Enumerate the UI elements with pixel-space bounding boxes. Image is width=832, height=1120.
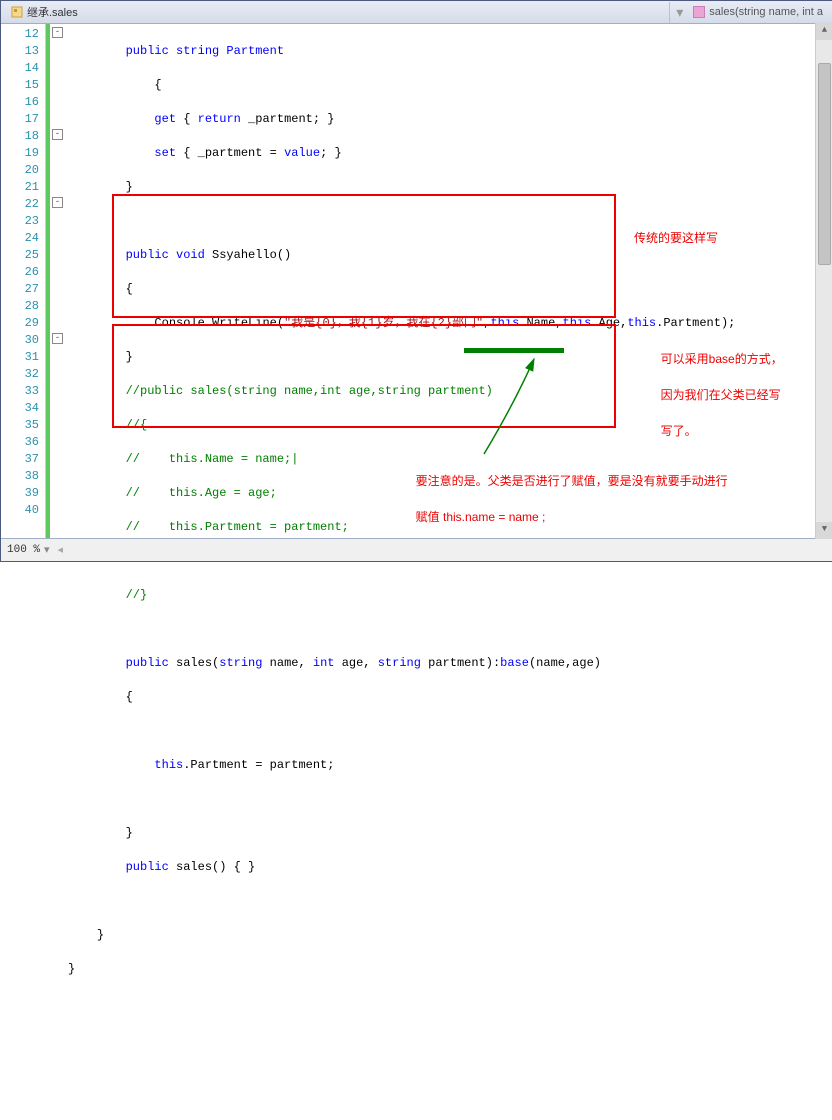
fold-toggle[interactable]: - — [52, 27, 63, 38]
line-number: 26 — [1, 264, 39, 281]
scroll-thumb[interactable] — [818, 63, 831, 265]
member-dropdown[interactable]: ▾ sales(string name, int a — [669, 2, 829, 23]
line-number: 35 — [1, 417, 39, 434]
member-dropdown-text: sales(string name, int a — [709, 6, 823, 18]
fold-toggle[interactable]: - — [52, 333, 63, 344]
line-number-gutter: 1213141516171819202122232425262728293031… — [1, 24, 46, 538]
annotation-3: 要注意的是。父类是否进行了赋值，要是没有就要手动进行 赋值 this.name … — [389, 454, 728, 544]
scroll-down-button[interactable]: ▼ — [816, 522, 832, 539]
line-number: 22 — [1, 196, 39, 213]
toolbar: 继承.sales ▾ sales(string name, int a — [1, 1, 832, 24]
dropdown-separator: ▾ — [676, 4, 683, 21]
line-number: 37 — [1, 451, 39, 468]
line-number: 14 — [1, 60, 39, 77]
line-number: 20 — [1, 162, 39, 179]
zoom-dropdown-icon[interactable]: ▾ — [44, 543, 50, 557]
line-number: 40 — [1, 502, 39, 519]
annotation-2: 可以采用base的方式， 因为我们在父类已经写 写了。 — [634, 332, 783, 458]
line-number: 32 — [1, 366, 39, 383]
footer-nav-left[interactable]: ◂ — [58, 543, 64, 557]
line-number: 25 — [1, 247, 39, 264]
highlight-box-2 — [112, 324, 616, 428]
line-number: 15 — [1, 77, 39, 94]
line-number: 36 — [1, 434, 39, 451]
line-number: 19 — [1, 145, 39, 162]
line-number: 29 — [1, 315, 39, 332]
line-number: 34 — [1, 400, 39, 417]
line-number: 17 — [1, 111, 39, 128]
editor-window: 继承.sales ▾ sales(string name, int a 1213… — [0, 0, 832, 562]
fold-toggle[interactable]: - — [52, 129, 63, 140]
tab-title: 继承.sales — [27, 4, 78, 20]
green-underline — [464, 348, 564, 353]
line-number: 23 — [1, 213, 39, 230]
zoom-level[interactable]: 100 % — [7, 544, 40, 556]
line-number: 21 — [1, 179, 39, 196]
line-number: 18 — [1, 128, 39, 145]
code-editor[interactable]: 1213141516171819202122232425262728293031… — [1, 24, 832, 538]
method-icon — [693, 6, 705, 18]
code-area[interactable]: public string Partment { get { return _p… — [64, 24, 832, 538]
line-number: 33 — [1, 383, 39, 400]
line-number: 28 — [1, 298, 39, 315]
line-number: 39 — [1, 485, 39, 502]
line-number: 13 — [1, 43, 39, 60]
line-number: 27 — [1, 281, 39, 298]
fold-column: - - - - — [50, 24, 64, 538]
line-number: 31 — [1, 349, 39, 366]
line-number: 16 — [1, 94, 39, 111]
annotation-1: 传统的要这样写 — [634, 229, 718, 247]
file-tab[interactable]: 继承.sales — [5, 2, 84, 22]
line-number: 24 — [1, 230, 39, 247]
vertical-scrollbar[interactable]: ▲ ▼ — [815, 23, 832, 539]
class-icon — [11, 6, 23, 18]
scroll-up-button[interactable]: ▲ — [816, 23, 832, 40]
line-number: 38 — [1, 468, 39, 485]
line-number: 30 — [1, 332, 39, 349]
fold-toggle[interactable]: - — [52, 197, 63, 208]
line-number: 12 — [1, 26, 39, 43]
